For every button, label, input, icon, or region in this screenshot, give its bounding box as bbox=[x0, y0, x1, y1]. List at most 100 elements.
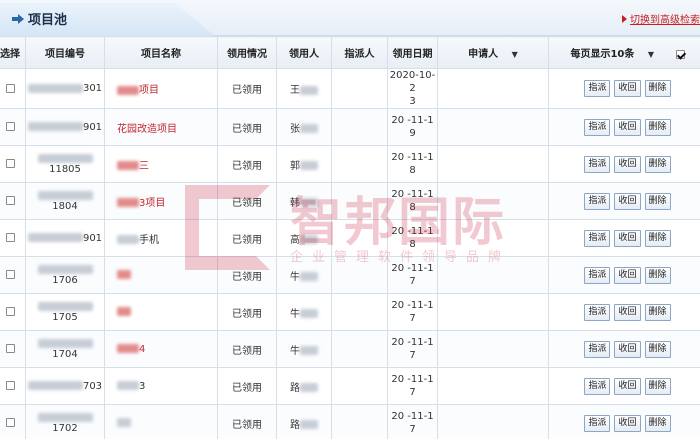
recall-button[interactable]: 收回 bbox=[614, 155, 641, 173]
switch-advanced-search-link[interactable]: 切换到高级检索 bbox=[622, 11, 700, 26]
redacted-text bbox=[117, 307, 131, 316]
col-page-size[interactable]: 每页显示10条 ▼ bbox=[548, 36, 700, 69]
recall-button[interactable]: 收回 bbox=[614, 118, 641, 136]
date-line-1: 20 -11-1 bbox=[391, 152, 434, 163]
project-name-cell[interactable]: 项目 bbox=[104, 68, 218, 109]
recall-button[interactable]: 收回 bbox=[614, 303, 641, 321]
assign-button[interactable]: 指派 bbox=[584, 118, 611, 136]
row-checkbox[interactable] bbox=[5, 418, 15, 427]
project-name[interactable]: 花园改造项目 bbox=[117, 124, 177, 135]
delete-button[interactable]: 删除 bbox=[644, 377, 671, 395]
project-name-cell[interactable] bbox=[104, 404, 218, 439]
date-line-2: 7 bbox=[409, 424, 416, 435]
assign-button[interactable]: 指派 bbox=[584, 229, 611, 247]
assign-button[interactable]: 指派 bbox=[584, 155, 611, 173]
select-all-checkbox[interactable] bbox=[675, 49, 685, 59]
project-id-cell: 301 bbox=[25, 68, 105, 109]
page-size-select[interactable]: 每页显示10条 bbox=[570, 49, 634, 60]
delete-button[interactable]: 删除 bbox=[644, 414, 671, 432]
col-select: 选择 bbox=[0, 36, 26, 69]
date-line-1: 20 -11-1 bbox=[391, 226, 434, 237]
delete-button[interactable]: 删除 bbox=[644, 80, 671, 97]
table-row: 901 手机 已领用 高 20 -11-1 8 指派 收回 删除 bbox=[0, 219, 700, 257]
actions-cell: 指派 收回 删除 bbox=[548, 367, 700, 405]
project-name[interactable]: 3 bbox=[139, 381, 145, 392]
recall-button[interactable]: 收回 bbox=[614, 229, 641, 247]
row-checkbox[interactable] bbox=[5, 344, 15, 353]
status-text: 已领用 bbox=[232, 308, 262, 320]
recall-button[interactable]: 收回 bbox=[614, 80, 641, 97]
receiver-name: 牛 bbox=[290, 271, 300, 283]
row-checkbox[interactable] bbox=[5, 83, 15, 93]
recall-button[interactable]: 收回 bbox=[614, 414, 641, 432]
assign-button[interactable]: 指派 bbox=[584, 266, 611, 284]
project-name[interactable]: 项目 bbox=[139, 85, 159, 96]
project-name-cell[interactable]: 4 bbox=[104, 330, 218, 368]
recall-button[interactable]: 收回 bbox=[614, 340, 641, 358]
project-name[interactable]: 三 bbox=[139, 161, 149, 172]
assigner-cell bbox=[331, 108, 388, 146]
delete-button[interactable]: 删除 bbox=[644, 155, 671, 173]
delete-button[interactable]: 删除 bbox=[644, 229, 671, 247]
receiver-name: 高 bbox=[290, 234, 300, 246]
delete-button[interactable]: 删除 bbox=[644, 192, 671, 210]
redacted-text bbox=[300, 235, 318, 244]
delete-button[interactable]: 删除 bbox=[644, 266, 671, 284]
delete-button[interactable]: 删除 bbox=[644, 303, 671, 321]
recall-button[interactable]: 收回 bbox=[614, 192, 641, 210]
recall-button[interactable]: 收回 bbox=[614, 377, 641, 395]
recall-button[interactable]: 收回 bbox=[614, 266, 641, 284]
applicant-cell bbox=[437, 293, 549, 331]
project-name-cell[interactable]: 手机 bbox=[104, 219, 218, 257]
status-cell: 已领用 bbox=[217, 182, 277, 220]
project-name[interactable]: 手机 bbox=[139, 235, 159, 246]
col-applicant[interactable]: 申请人 ▼ bbox=[437, 36, 549, 69]
row-checkbox[interactable] bbox=[5, 270, 15, 279]
redacted-text bbox=[300, 272, 318, 281]
chevron-down-icon[interactable]: ▼ bbox=[512, 50, 518, 59]
receiver-name: 路 bbox=[290, 419, 300, 431]
receiver-name: 韩 bbox=[290, 197, 300, 209]
redacted-text bbox=[27, 381, 83, 390]
assigner-cell bbox=[331, 145, 388, 183]
row-checkbox[interactable] bbox=[5, 381, 15, 390]
row-checkbox[interactable] bbox=[5, 196, 15, 205]
table-row: 1702 已领用 路 20 -11-1 7 指派 收回 删除 bbox=[0, 404, 700, 439]
receive-date: 20 -11-1 7 bbox=[391, 262, 433, 288]
date-line-1: 2020-10-2 bbox=[389, 70, 436, 94]
redacted-text bbox=[27, 83, 83, 93]
project-name-cell[interactable]: 花园改造项目 bbox=[104, 108, 218, 146]
row-checkbox[interactable] bbox=[5, 307, 15, 316]
assign-button[interactable]: 指派 bbox=[584, 303, 611, 321]
col-receiver: 领用人 bbox=[276, 36, 332, 69]
applicant-cell bbox=[437, 367, 549, 405]
project-name-cell[interactable]: 3项目 bbox=[104, 182, 218, 220]
assigner-cell bbox=[331, 330, 388, 368]
receive-date: 2020-10-2 3 bbox=[388, 69, 437, 108]
redacted-text bbox=[300, 383, 318, 392]
project-name[interactable]: 3项目 bbox=[139, 198, 165, 209]
delete-button[interactable]: 删除 bbox=[644, 340, 671, 358]
project-name-cell[interactable] bbox=[104, 293, 218, 331]
receive-date: 20 -11-1 7 bbox=[391, 336, 433, 362]
project-name[interactable]: 4 bbox=[139, 344, 145, 355]
assign-button[interactable]: 指派 bbox=[584, 414, 611, 432]
delete-button[interactable]: 删除 bbox=[644, 118, 671, 136]
project-name-cell[interactable]: 3 bbox=[104, 367, 218, 405]
project-name-cell[interactable] bbox=[104, 256, 218, 294]
redacted-text bbox=[300, 198, 318, 207]
date-line-1: 20 -11-1 bbox=[391, 374, 434, 385]
assign-button[interactable]: 指派 bbox=[584, 377, 611, 395]
assign-button[interactable]: 指派 bbox=[584, 192, 611, 210]
applicant-cell bbox=[437, 182, 549, 220]
project-name-cell[interactable]: 三 bbox=[104, 145, 218, 183]
assign-button[interactable]: 指派 bbox=[584, 80, 611, 97]
assign-button[interactable]: 指派 bbox=[584, 340, 611, 358]
actions-cell: 指派 收回 删除 bbox=[548, 293, 700, 331]
date-cell: 20 -11-1 8 bbox=[387, 182, 438, 220]
row-checkbox[interactable] bbox=[5, 159, 15, 168]
chevron-down-icon[interactable]: ▼ bbox=[648, 50, 654, 59]
arrow-right-icon bbox=[12, 13, 24, 24]
row-checkbox[interactable] bbox=[5, 233, 15, 242]
row-checkbox[interactable] bbox=[5, 122, 15, 131]
